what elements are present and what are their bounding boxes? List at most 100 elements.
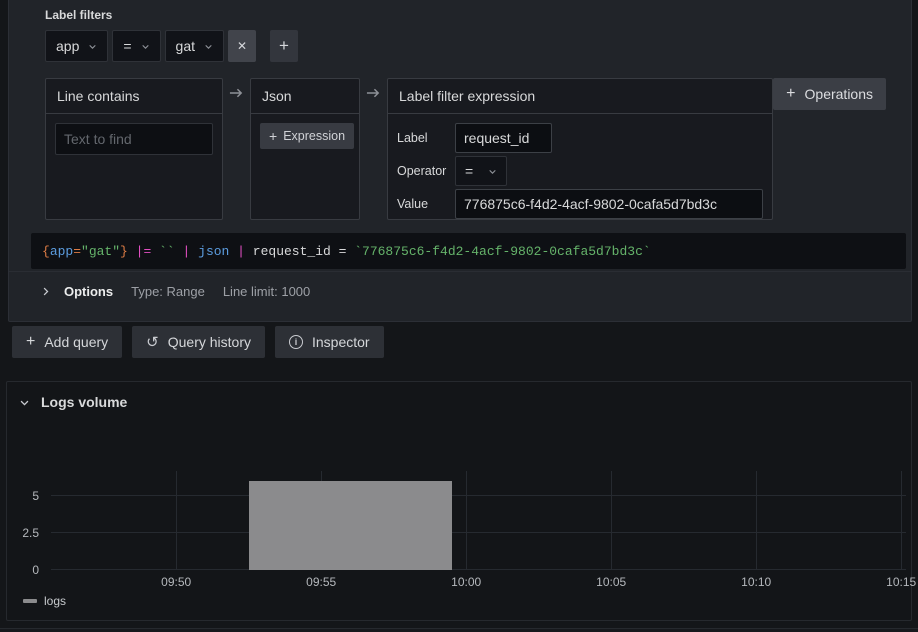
y-tick-label: 0 bbox=[7, 563, 39, 577]
label-filter-expression-title: Label filter expression bbox=[388, 79, 772, 114]
line-contains-title: Line contains bbox=[46, 79, 222, 114]
legend-item-logs[interactable]: logs bbox=[23, 594, 66, 608]
chart-y-axis: 02.55 bbox=[7, 471, 45, 570]
legend-swatch bbox=[23, 599, 37, 603]
history-icon: ↺ bbox=[146, 335, 159, 350]
label-name-select[interactable]: app bbox=[45, 30, 108, 62]
chevron-down-icon bbox=[19, 397, 30, 408]
next-panel-edge bbox=[0, 628, 918, 632]
explore-toolbar: + Add query ↺ Query history i Inspector bbox=[12, 326, 384, 358]
logs-volume-title: Logs volume bbox=[41, 394, 127, 410]
query-token-punct: } bbox=[120, 244, 128, 259]
chart-x-axis: 09:5009:5510:0010:0510:1010:15 bbox=[51, 575, 906, 591]
x-tick-label: 10:10 bbox=[741, 575, 771, 589]
add-label-filter-button[interactable]: + bbox=[270, 30, 298, 62]
query-token-punct: = bbox=[73, 244, 81, 259]
x-tick-label: 10:15 bbox=[886, 575, 916, 589]
y-gridline bbox=[51, 532, 906, 533]
chevron-down-icon bbox=[88, 42, 97, 51]
query-token-label: app bbox=[50, 244, 73, 259]
query-token-punct: { bbox=[42, 244, 50, 259]
add-query-button[interactable]: + Add query bbox=[12, 326, 122, 358]
y-tick-label: 5 bbox=[7, 489, 39, 503]
label-filters-title: Label filters bbox=[45, 8, 112, 22]
x-tick-label: 09:50 bbox=[161, 575, 191, 589]
operations-button[interactable]: + Operations bbox=[773, 78, 886, 110]
lfe-operator-value: = bbox=[465, 163, 473, 179]
add-expression-button[interactable]: + Expression bbox=[260, 123, 354, 149]
options-title: Options bbox=[64, 284, 113, 299]
x-tick-label: 10:00 bbox=[451, 575, 481, 589]
chevron-right-icon bbox=[41, 286, 50, 297]
query-token-plain bbox=[151, 244, 159, 259]
label-filters-row: app = gat ✕ + bbox=[45, 30, 298, 62]
query-token-plain bbox=[190, 244, 198, 259]
remove-label-filter-button[interactable]: ✕ bbox=[228, 30, 256, 62]
plus-icon: + bbox=[279, 36, 289, 56]
options-line-limit: Line limit: 1000 bbox=[223, 284, 310, 299]
x-gridline bbox=[756, 471, 757, 570]
logs-volume-header[interactable]: Logs volume bbox=[7, 382, 911, 410]
json-title: Json bbox=[251, 79, 359, 114]
operations-label: Operations bbox=[805, 86, 873, 102]
query-preview: {app="gat"} |= `` | json | request_id = … bbox=[31, 233, 906, 269]
query-token-string: `776875c6-f4d2-4acf-9802-0cafa5d7bd3c` bbox=[354, 244, 650, 259]
query-token-plain bbox=[175, 244, 183, 259]
options-toggle[interactable]: Options bbox=[41, 284, 113, 299]
query-token-plain bbox=[229, 244, 237, 259]
query-token-plain bbox=[245, 244, 253, 259]
json-card: Json + Expression bbox=[250, 78, 360, 220]
logs-volume-bar[interactable] bbox=[249, 481, 452, 570]
add-expression-label: Expression bbox=[283, 129, 345, 143]
lfe-value-field-label: Value bbox=[397, 197, 455, 211]
options-type: Type: Range bbox=[131, 284, 205, 299]
lfe-label-input[interactable] bbox=[455, 123, 552, 153]
inspector-button[interactable]: i Inspector bbox=[275, 326, 384, 358]
line-contains-card: Line contains bbox=[45, 78, 223, 220]
label-value-select[interactable]: gat bbox=[165, 30, 224, 62]
chevron-down-icon bbox=[488, 167, 497, 176]
line-contains-input[interactable] bbox=[55, 123, 213, 155]
label-name-value: app bbox=[56, 38, 79, 54]
add-query-label: Add query bbox=[44, 334, 108, 350]
chevron-down-icon bbox=[204, 42, 213, 51]
legend-label: logs bbox=[44, 594, 66, 608]
lfe-value-input[interactable] bbox=[455, 189, 763, 219]
label-operator-select[interactable]: = bbox=[112, 30, 160, 62]
label-filter-expression-card: Label filter expression Label Operator =… bbox=[387, 78, 773, 220]
query-token-op: |= bbox=[136, 244, 152, 259]
x-gridline bbox=[611, 471, 612, 570]
chart-plot[interactable] bbox=[51, 471, 906, 570]
chevron-down-icon bbox=[141, 42, 150, 51]
x-gridline bbox=[466, 471, 467, 570]
plus-icon: + bbox=[269, 128, 277, 144]
x-gridline bbox=[176, 471, 177, 570]
x-tick-label: 10:05 bbox=[596, 575, 626, 589]
label-operator-value: = bbox=[123, 38, 131, 54]
pipeline-cards-row: Line contains Json + Expression Label fi… bbox=[45, 78, 773, 220]
query-token-string: `` bbox=[159, 244, 175, 259]
options-row: Options Type: Range Line limit: 1000 bbox=[9, 271, 911, 322]
query-editor-container: Label filters app = gat ✕ + Line contain… bbox=[8, 0, 912, 322]
arrow-right-icon bbox=[229, 88, 244, 98]
x-gridline bbox=[901, 471, 902, 570]
lfe-operator-select[interactable]: = bbox=[455, 156, 507, 186]
x-tick-label: 09:55 bbox=[306, 575, 336, 589]
query-token-plain: request_id = bbox=[253, 244, 354, 259]
logs-volume-panel: Logs volume 02.55 09:50 09:55 10:00 10:05 10… bbox=[6, 381, 912, 621]
info-circle-icon: i bbox=[289, 335, 303, 349]
query-token-plain bbox=[128, 244, 136, 259]
query-history-button[interactable]: ↺ Query history bbox=[132, 326, 265, 358]
arrow-right-icon bbox=[366, 88, 381, 98]
plus-icon: + bbox=[26, 333, 35, 351]
query-token-label: json bbox=[198, 244, 229, 259]
lfe-label-field-label: Label bbox=[397, 131, 455, 145]
query-token-string: "gat" bbox=[81, 244, 120, 259]
close-icon: ✕ bbox=[237, 39, 247, 53]
inspector-label: Inspector bbox=[312, 334, 370, 350]
y-gridline bbox=[51, 569, 906, 570]
query-preview-code: {app="gat"} |= `` | json | request_id = … bbox=[42, 244, 651, 259]
query-history-label: Query history bbox=[168, 334, 251, 350]
plus-icon: + bbox=[786, 85, 795, 103]
y-gridline bbox=[51, 495, 906, 496]
